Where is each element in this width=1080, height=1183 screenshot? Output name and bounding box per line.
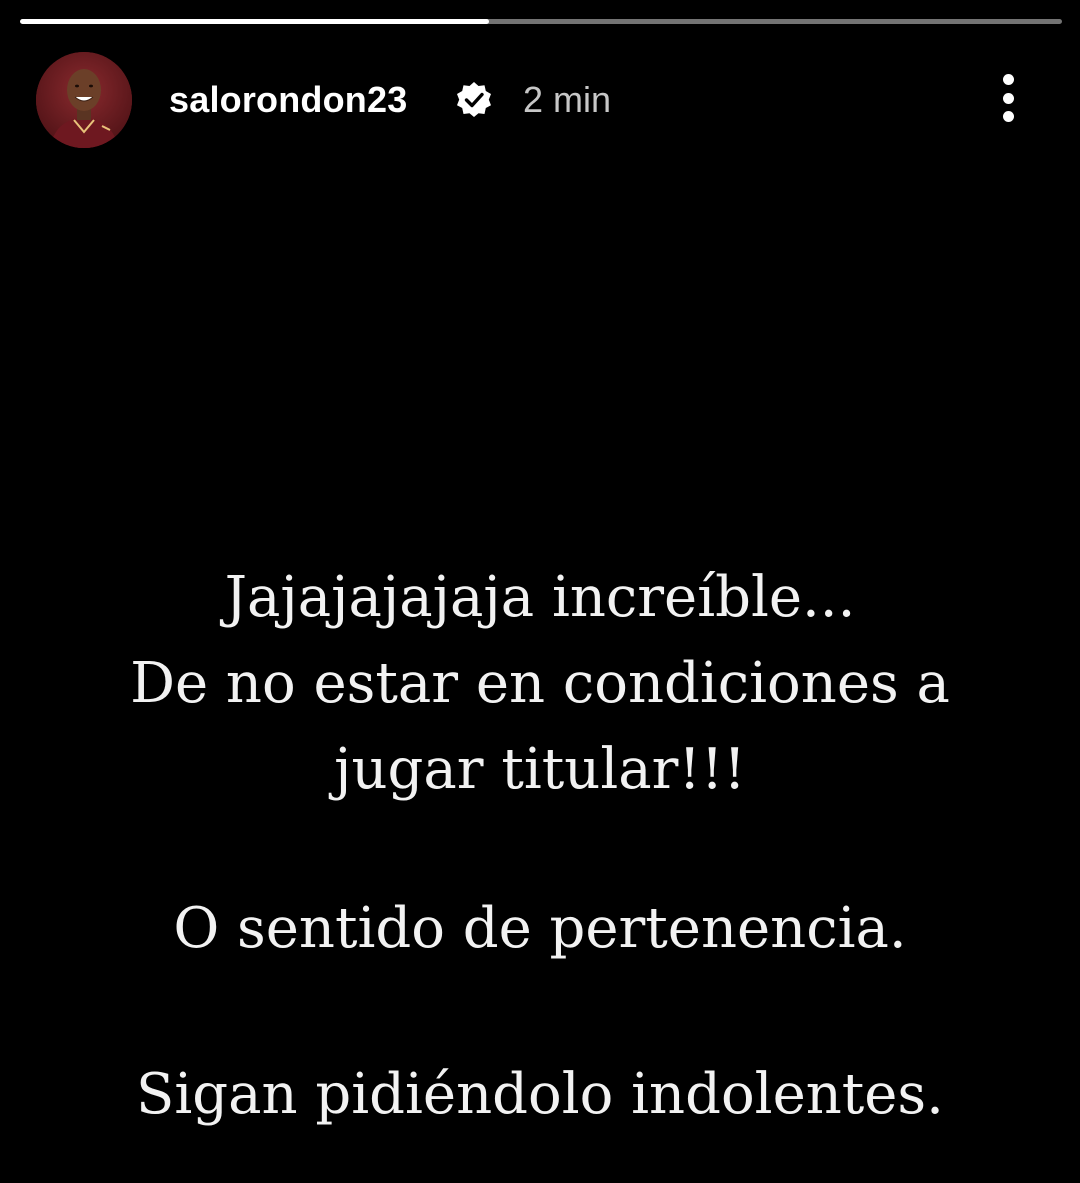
story-timestamp: 2 min <box>523 79 612 120</box>
story-progress-bar <box>20 19 1062 24</box>
verified-badge-icon <box>454 80 494 120</box>
more-options-icon <box>1002 74 1014 85</box>
story-text-line: Jajajajajaja increíble... <box>224 565 856 630</box>
story-text-line: O sentido de pertenencia. <box>173 896 907 961</box>
more-options-button[interactable] <box>986 70 1030 126</box>
story-text-line: Sigan pidiéndolo indolentes. <box>136 1062 944 1127</box>
story-text-line: De no estar en condiciones a <box>130 651 950 716</box>
story-text-paragraph: O sentido de pertenencia. <box>40 886 1040 972</box>
more-options-icon-dot <box>1002 92 1014 104</box>
more-options-icon-dot <box>1002 111 1014 122</box>
story-text-paragraph: Jajajajajaja increíble... De no estar en… <box>40 555 1040 813</box>
avatar[interactable] <box>36 52 132 148</box>
story-header: salorondon23 2 min <box>36 52 1046 150</box>
story-text-line: jugar titular!!! <box>334 737 746 802</box>
story-progress-fill <box>20 19 489 24</box>
story-text-paragraph: Sigan pidiéndolo indolentes. <box>40 1052 1040 1138</box>
avatar-image <box>36 52 132 148</box>
username[interactable]: salorondon23 <box>169 76 407 124</box>
